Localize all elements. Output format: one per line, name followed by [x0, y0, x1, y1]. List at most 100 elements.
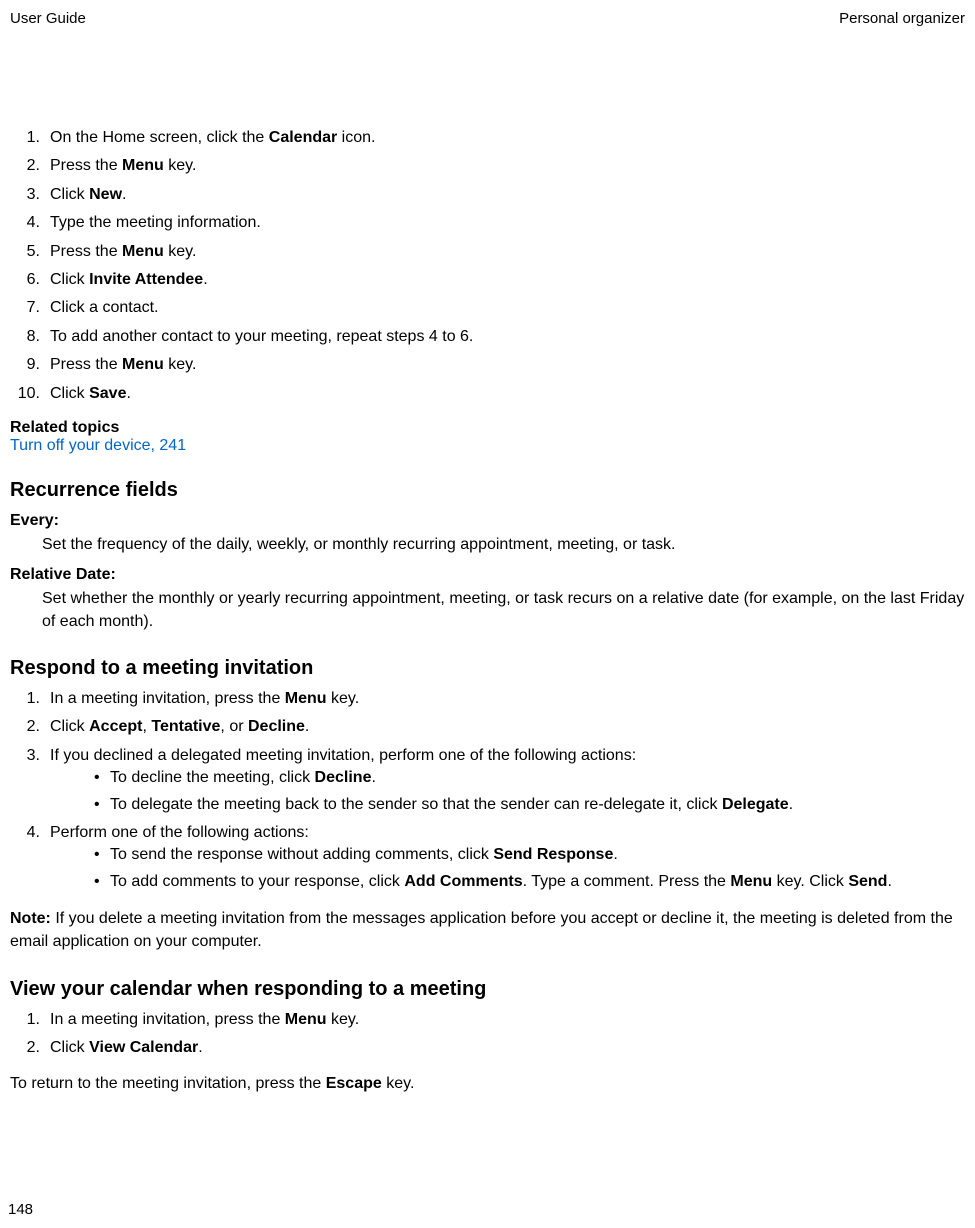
step-bold: Menu	[285, 690, 327, 707]
term-every: Every:	[10, 512, 965, 530]
note-text: If you delete a meeting invitation from …	[10, 910, 953, 950]
step-text: Click	[50, 1039, 89, 1056]
step-text: If you declined a delegated meeting invi…	[50, 747, 636, 764]
step-post: .	[122, 186, 126, 203]
step-text: Click	[50, 186, 89, 203]
page-content: On the Home screen, click the Calendar i…	[10, 127, 965, 1096]
term-relative-date: Relative Date:	[10, 566, 965, 584]
step-item: Click Invite Attendee.	[10, 269, 965, 291]
step-item: Press the Menu key.	[10, 241, 965, 263]
step-text: In a meeting invitation, press the	[50, 1011, 285, 1028]
step-post: .	[126, 385, 130, 402]
bullet-item: To add comments to your response, click …	[90, 871, 965, 893]
bullet-item: To send the response without adding comm…	[90, 844, 965, 866]
bullet-bold: Send Response	[493, 846, 613, 863]
step-text: Perform one of the following actions:	[50, 824, 309, 841]
bullet-bold: Add Comments	[404, 873, 522, 890]
step-item: Click Accept, Tentative, or Decline.	[10, 716, 965, 738]
bullet-post: .	[789, 796, 793, 813]
step-bold: New	[89, 186, 122, 203]
step-text: To add another contact to your meeting, …	[50, 328, 473, 345]
step-post: key.	[327, 1011, 360, 1028]
step-item: On the Home screen, click the Calendar i…	[10, 127, 965, 149]
definition-relative-date: Set whether the monthly or yearly recurr…	[42, 588, 965, 633]
step-post: .	[203, 271, 207, 288]
bullets-step3: To decline the meeting, click Decline. T…	[90, 767, 965, 816]
para-post: key.	[382, 1075, 415, 1092]
step-item: Click View Calendar.	[10, 1037, 965, 1059]
step-item: Click Save.	[10, 383, 965, 405]
step-item: Perform one of the following actions: To…	[10, 822, 965, 893]
step-post: key.	[164, 243, 197, 260]
step-bold: Menu	[285, 1011, 327, 1028]
step-bold: Calendar	[269, 129, 337, 146]
step-item: To add another contact to your meeting, …	[10, 326, 965, 348]
header-right: Personal organizer	[839, 10, 965, 27]
bullet-text: To send the response without adding comm…	[110, 846, 493, 863]
bullet-item: To delegate the meeting back to the send…	[90, 794, 965, 816]
para-text: To return to the meeting invitation, pre…	[10, 1075, 326, 1092]
steps-list-respond: In a meeting invitation, press the Menu …	[10, 688, 965, 893]
step-post: key.	[164, 157, 197, 174]
step-item: Click New.	[10, 184, 965, 206]
step-post: .	[198, 1039, 202, 1056]
step-text: In a meeting invitation, press the	[50, 690, 285, 707]
bullet-text: To delegate the meeting back to the send…	[110, 796, 722, 813]
related-topics-heading: Related topics	[10, 419, 965, 437]
step-bold: Menu	[122, 157, 164, 174]
header-left: User Guide	[10, 10, 86, 27]
step-item: Press the Menu key.	[10, 155, 965, 177]
bullet-text: key. Click	[772, 873, 848, 890]
step-bold: Invite Attendee	[89, 271, 203, 288]
step-bold: Accept	[89, 718, 142, 735]
bullets-step4: To send the response without adding comm…	[90, 844, 965, 893]
section-respond-invitation: Respond to a meeting invitation	[10, 657, 965, 680]
step-post: .	[305, 718, 309, 735]
section-recurrence-fields: Recurrence fields	[10, 479, 965, 502]
step-item: In a meeting invitation, press the Menu …	[10, 1009, 965, 1031]
step-item: Press the Menu key.	[10, 354, 965, 376]
bullet-bold: Menu	[730, 873, 772, 890]
steps-list-view: In a meeting invitation, press the Menu …	[10, 1009, 965, 1060]
step-bold: Save	[89, 385, 126, 402]
page-header: User Guide Personal organizer	[10, 10, 965, 27]
step-text: Click	[50, 718, 89, 735]
section-view-calendar: View your calendar when responding to a …	[10, 978, 965, 1001]
step-item: If you declined a delegated meeting invi…	[10, 745, 965, 816]
step-text: On the Home screen, click the	[50, 129, 269, 146]
step-bold: View Calendar	[89, 1039, 198, 1056]
step-text: Click	[50, 271, 89, 288]
step-bold: Menu	[122, 243, 164, 260]
bullet-text: To add comments to your response, click	[110, 873, 404, 890]
bullet-bold: Send	[848, 873, 887, 890]
step-text: Click a contact.	[50, 299, 158, 316]
note-label: Note:	[10, 910, 51, 927]
return-para: To return to the meeting invitation, pre…	[10, 1073, 965, 1095]
note-respond: Note: If you delete a meeting invitation…	[10, 907, 965, 953]
step-text: Press the	[50, 243, 122, 260]
step-text: Click	[50, 385, 89, 402]
bullet-bold: Delegate	[722, 796, 789, 813]
page-number: 148	[8, 1201, 33, 1218]
para-bold: Escape	[326, 1075, 382, 1092]
step-text: Press the	[50, 356, 122, 373]
bullet-bold: Decline	[315, 769, 372, 786]
bullet-post: .	[371, 769, 375, 786]
step-post: key.	[327, 690, 360, 707]
bullet-text: To decline the meeting, click	[110, 769, 315, 786]
step-text: Type the meeting information.	[50, 214, 261, 231]
step-post: icon.	[337, 129, 375, 146]
step-bold: Decline	[248, 718, 305, 735]
bullet-post: .	[887, 873, 891, 890]
steps-list-1: On the Home screen, click the Calendar i…	[10, 127, 965, 405]
step-text: , or	[220, 718, 248, 735]
step-bold: Tentative	[151, 718, 220, 735]
step-item: Click a contact.	[10, 297, 965, 319]
definition-every: Set the frequency of the daily, weekly, …	[42, 534, 965, 556]
bullet-text: . Type a comment. Press the	[523, 873, 731, 890]
bullet-item: To decline the meeting, click Decline.	[90, 767, 965, 789]
step-post: key.	[164, 356, 197, 373]
step-item: Type the meeting information.	[10, 212, 965, 234]
related-link-turn-off-device[interactable]: Turn off your device, 241	[10, 437, 186, 454]
step-bold: Menu	[122, 356, 164, 373]
